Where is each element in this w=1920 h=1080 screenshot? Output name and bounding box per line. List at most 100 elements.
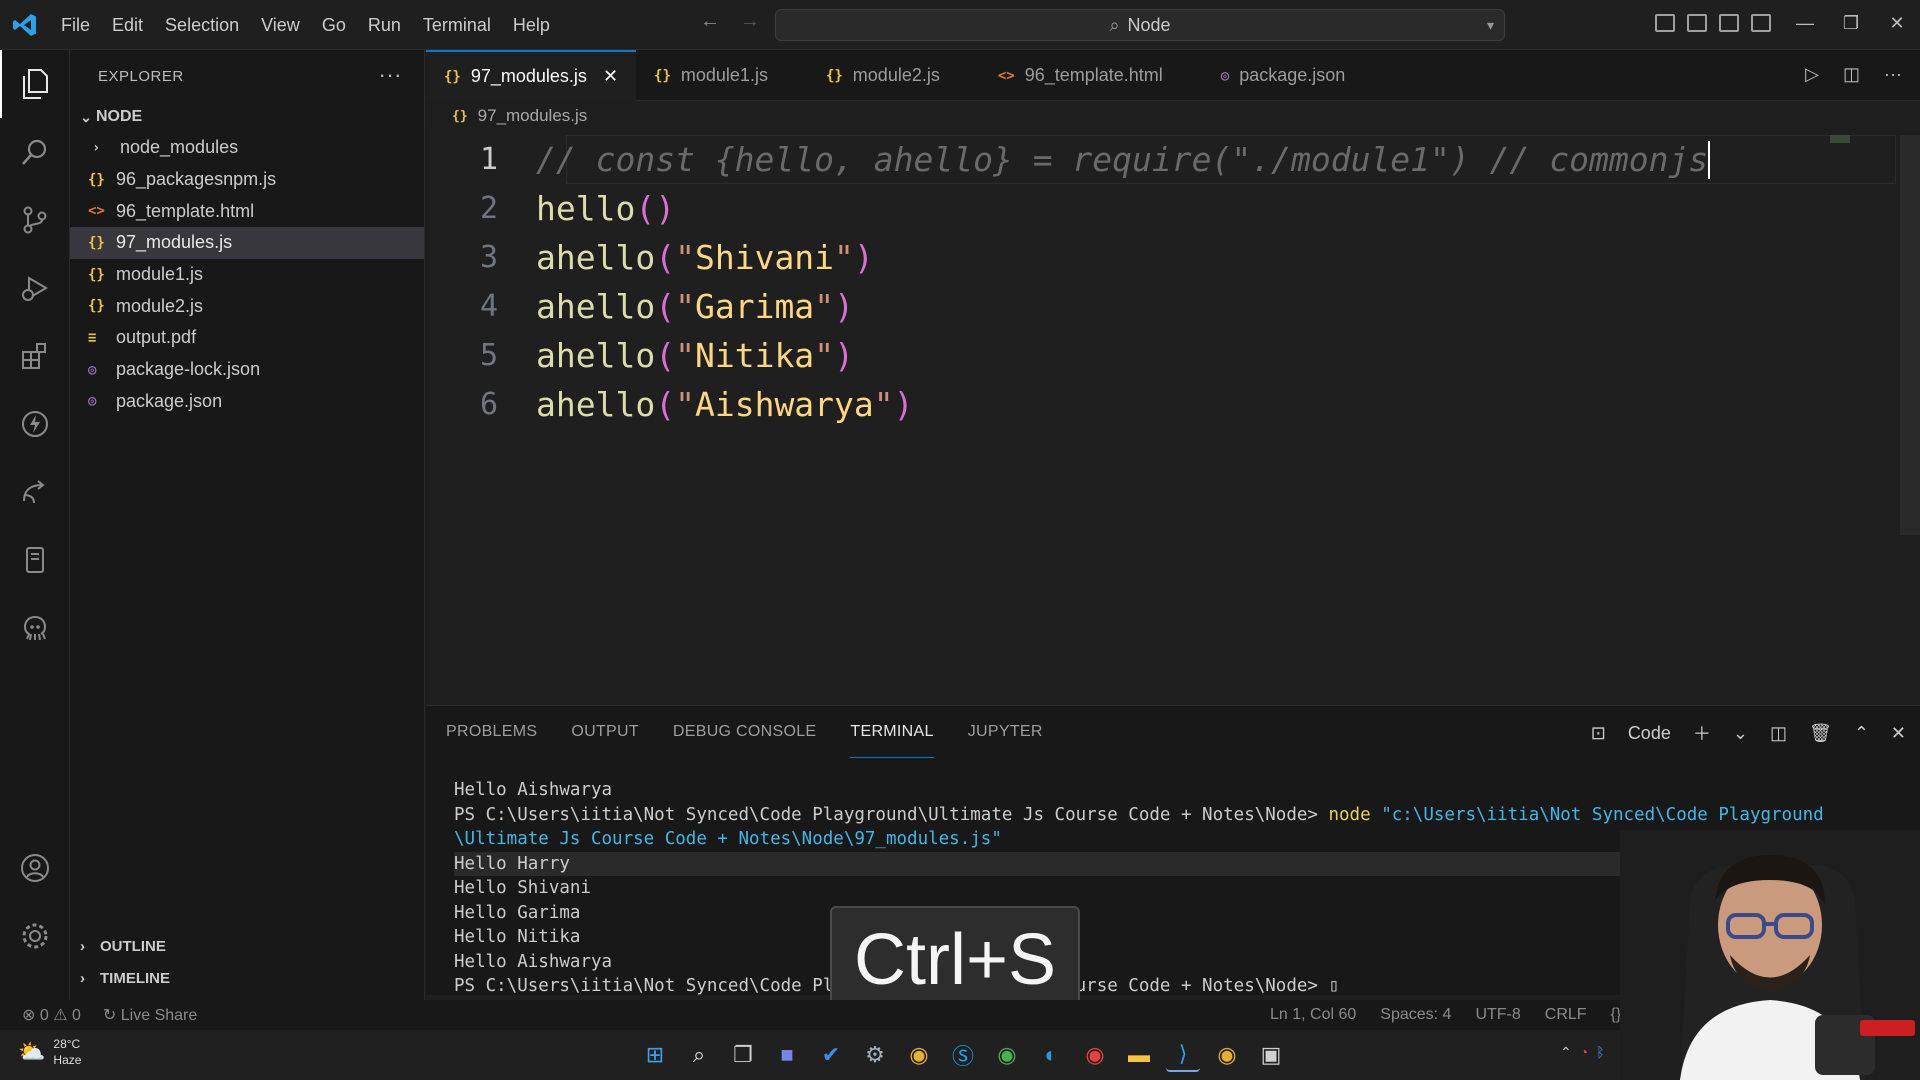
chevron-down-icon[interactable]: ▾ [1487, 17, 1494, 34]
forward-arrow-icon[interactable]: → [740, 10, 760, 33]
tree-item-package-lock[interactable]: ◎ package-lock.json [70, 354, 424, 386]
breadcrumb-file[interactable]: 97_modules.js [478, 106, 588, 126]
chevron-down-icon[interactable]: ⌄ [1733, 723, 1748, 744]
chrome-icon[interactable]: ◉ [1078, 1038, 1112, 1072]
customize-layout-icon[interactable] [1751, 14, 1771, 32]
search-icon[interactable]: ⌕ [682, 1038, 716, 1072]
more-actions-icon[interactable]: ··· [379, 62, 402, 88]
tab-package-json[interactable]: ◎ package.json [1181, 50, 1364, 101]
chevron-up-icon[interactable]: ⌃ [1560, 1044, 1572, 1061]
tree-item-output-pdf[interactable]: ≡ output.pdf [70, 322, 424, 354]
outline-section[interactable]: › OUTLINE [70, 931, 166, 961]
chrome-icon[interactable]: ◉ [990, 1038, 1024, 1072]
account-icon[interactable] [0, 834, 70, 902]
code-line-2[interactable]: 2 hello() [426, 184, 1826, 233]
shell-label[interactable]: Code [1628, 723, 1671, 744]
tree-item-module1[interactable]: {} module1.js [70, 259, 424, 291]
back-arrow-icon[interactable]: ← [700, 10, 720, 33]
tree-item-97-modules[interactable]: {} 97_modules.js [70, 227, 424, 259]
code-line-1[interactable]: 1 // const {hello, ahello} = require("./… [426, 135, 1826, 184]
close-window-icon[interactable]: ✕ [1874, 0, 1920, 50]
new-terminal-icon[interactable]: ＋ [1693, 720, 1711, 746]
code-line-6[interactable]: 6 ahello(" Aishwarya ") [426, 380, 1826, 429]
menu-go[interactable]: Go [311, 0, 357, 50]
run-debug-icon[interactable] [0, 254, 70, 322]
toggle-primary-sidebar-icon[interactable] [1655, 14, 1675, 32]
vscode-icon[interactable]: ⟩ [1166, 1038, 1200, 1072]
todo-icon[interactable]: ✔ [814, 1038, 848, 1072]
close-icon[interactable]: ✕ [603, 66, 618, 87]
tab-terminal[interactable]: TERMINAL [850, 706, 934, 758]
more-actions-icon[interactable]: ··· [1884, 64, 1902, 85]
maximize-panel-icon[interactable]: ⌃ [1854, 723, 1869, 744]
tab-output[interactable]: OUTPUT [571, 706, 639, 758]
code-editor[interactable]: 1 // const {hello, ahello} = require("./… [426, 135, 1920, 705]
tab-97-modules[interactable]: {} 97_modules.js ✕ [426, 50, 637, 101]
tray-app-icon[interactable]: ◔ [1580, 1044, 1588, 1061]
timeline-section[interactable]: › TIMELINE [70, 963, 170, 993]
tab-module2[interactable]: {} module2.js [786, 50, 958, 101]
source-control-icon[interactable] [0, 186, 70, 254]
edge-icon[interactable]: ◐ [1034, 1038, 1068, 1072]
editor-scrollbar[interactable] [1900, 135, 1920, 535]
menu-help[interactable]: Help [502, 0, 561, 50]
cursor-position[interactable]: Ln 1, Col 60 [1270, 1006, 1356, 1024]
tree-item-package-json[interactable]: ◎ package.json [70, 386, 424, 418]
breadcrumb[interactable]: {} 97_modules.js [452, 106, 587, 126]
code-line-5[interactable]: 5 ahello(" Nitika ") [426, 331, 1826, 380]
menu-selection[interactable]: Selection [154, 0, 250, 50]
tree-item-module2[interactable]: {} module2.js [70, 290, 424, 322]
file-explorer-icon[interactable]: ▬ [1122, 1038, 1156, 1072]
trash-icon[interactable]: 🗑 [1809, 723, 1832, 744]
live-share-status[interactable]: ↻ Live Share [103, 1005, 197, 1025]
terminal-icon[interactable]: ▣ [1254, 1038, 1288, 1072]
menu-edit[interactable]: Edit [101, 0, 154, 50]
tab-module1[interactable]: {} module1.js [636, 50, 786, 101]
minimize-icon[interactable]: — [1782, 0, 1828, 50]
tab-problems[interactable]: PROBLEMS [446, 706, 537, 758]
split-editor-icon[interactable]: ◫ [1843, 64, 1860, 85]
split-terminal-icon[interactable]: ◫ [1770, 723, 1787, 744]
problems-status[interactable]: ⊗ 0 ⚠ 0 [22, 1005, 81, 1025]
encoding[interactable]: UTF-8 [1475, 1006, 1520, 1024]
indentation[interactable]: Spaces: 4 [1380, 1006, 1451, 1024]
menu-run[interactable]: Run [357, 0, 412, 50]
chrome-canary-icon[interactable]: ◉ [1210, 1038, 1244, 1072]
weather-widget[interactable]: ⛅ 28°C Haze [18, 1036, 81, 1068]
toggle-secondary-sidebar-icon[interactable] [1719, 14, 1739, 32]
search-icon[interactable] [0, 118, 70, 186]
toggle-panel-icon[interactable] [1687, 14, 1707, 32]
tree-item-node-modules[interactable]: › node_modules [70, 132, 424, 164]
tab-debug-console[interactable]: DEBUG CONSOLE [673, 706, 817, 758]
command-center-search[interactable]: ⌕ Node ▾ [775, 9, 1505, 41]
code-line-4[interactable]: 4 ahello(" Garima ") [426, 282, 1826, 331]
minimap[interactable] [1830, 135, 1850, 143]
close-panel-icon[interactable]: ✕ [1891, 723, 1906, 744]
teams-icon[interactable]: ■ [770, 1038, 804, 1072]
extensions-icon[interactable] [0, 322, 70, 390]
code-line-3[interactable]: 3 ahello(" Shivani ") [426, 233, 1826, 282]
tree-item-96-template[interactable]: <> 96_template.html [70, 195, 424, 227]
menu-view[interactable]: View [250, 0, 311, 50]
folder-node[interactable]: ⌄ NODE [70, 102, 424, 132]
task-view-icon[interactable]: ❐ [726, 1038, 760, 1072]
settings-icon[interactable]: ⚙ [858, 1038, 892, 1072]
menu-file[interactable]: File [50, 0, 101, 50]
run-file-icon[interactable]: ▷ [1805, 64, 1819, 85]
remote-explorer-icon[interactable] [0, 458, 70, 526]
thunder-client-icon[interactable] [0, 390, 70, 458]
chrome-icon[interactable]: ◉ [902, 1038, 936, 1072]
tab-jupyter[interactable]: JUPYTER [968, 706, 1043, 758]
notebook-icon[interactable] [0, 526, 70, 594]
tab-96-template[interactable]: <> 96_template.html [958, 50, 1181, 101]
skype-icon[interactable]: Ⓢ [946, 1038, 980, 1072]
tree-item-96-packagesnpm[interactable]: {} 96_packagesnpm.js [70, 164, 424, 196]
github-octocat-icon[interactable] [0, 594, 70, 662]
bluetooth-icon[interactable]: ᛒ [1596, 1044, 1604, 1061]
settings-gear-icon[interactable] [0, 902, 70, 970]
restore-icon[interactable]: ❐ [1828, 0, 1874, 50]
line-ending[interactable]: CRLF [1545, 1006, 1587, 1024]
explorer-icon[interactable] [0, 50, 70, 118]
start-icon[interactable]: ⊞ [638, 1038, 672, 1072]
menu-terminal[interactable]: Terminal [412, 0, 502, 50]
